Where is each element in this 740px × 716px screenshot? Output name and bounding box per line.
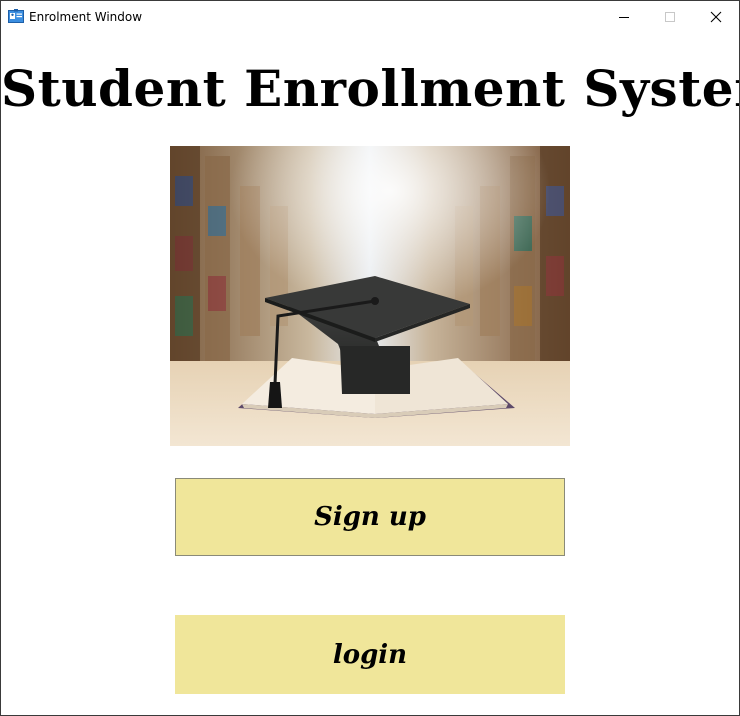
maximize-icon xyxy=(665,11,675,22)
window-title: Enrolment Window xyxy=(29,10,143,24)
id-card-icon xyxy=(8,9,24,23)
minimize-button[interactable] xyxy=(601,1,647,32)
enrolment-window: Enrolment Window Student Enrollment Syst… xyxy=(0,0,740,716)
minimize-icon xyxy=(619,16,629,18)
close-icon xyxy=(710,11,722,22)
graduation-cap-image xyxy=(170,146,570,446)
title-bar[interactable]: Enrolment Window xyxy=(1,1,739,32)
login-button[interactable]: login xyxy=(175,615,565,694)
maximize-button[interactable] xyxy=(647,1,693,32)
page-title: Student Enrollment System xyxy=(1,59,740,118)
sign-up-button[interactable]: Sign up xyxy=(175,478,565,556)
close-button[interactable] xyxy=(693,1,739,32)
